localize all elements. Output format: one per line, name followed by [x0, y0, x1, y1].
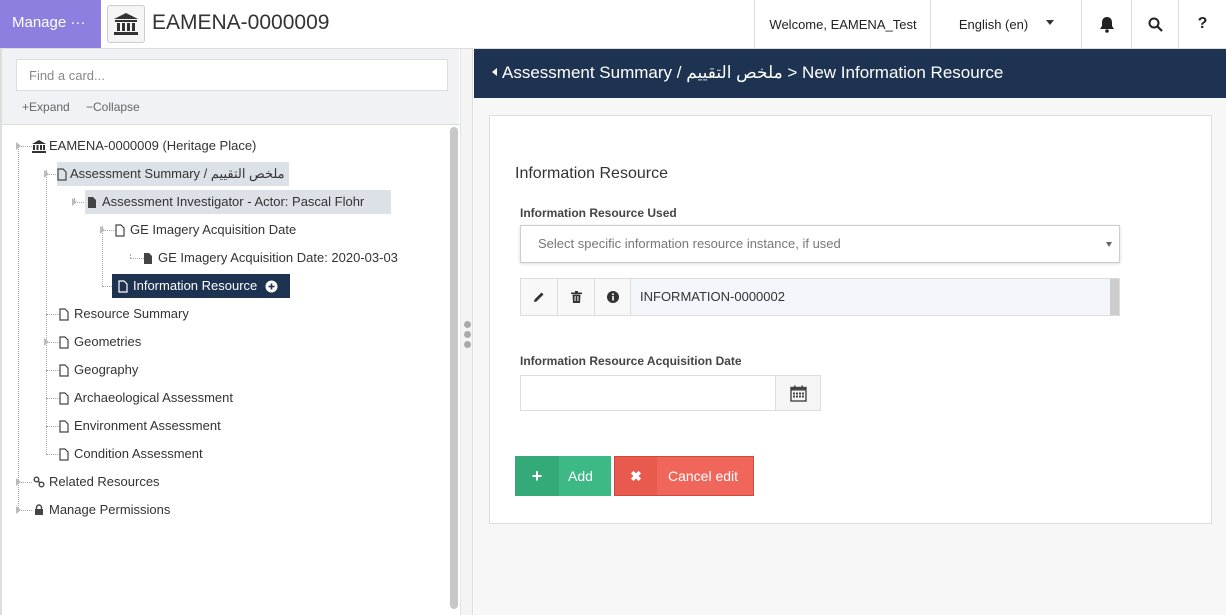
expander-icon[interactable]: [100, 226, 105, 234]
link-icon: [32, 476, 46, 488]
expander-icon[interactable]: [16, 142, 21, 150]
language-label: English (en): [958, 16, 1029, 32]
file-outline-icon: [57, 363, 71, 377]
file-outline-icon: [57, 335, 71, 349]
selected-resource-name[interactable]: INFORMATION-0000002: [640, 279, 785, 315]
info-button[interactable]: [595, 279, 631, 315]
file-outline-icon: [57, 391, 71, 405]
caret-down-icon: [1046, 19, 1055, 25]
top-navbar: Manage ··· EAMENA-0000009 Welcome, EAMEN…: [0, 0, 1226, 49]
add-button[interactable]: + Add: [515, 456, 611, 496]
museum-icon: [32, 139, 46, 153]
tree-scrollbar[interactable]: [450, 127, 458, 609]
language-select[interactable]: English (en): [930, 0, 1082, 48]
tree-node-investigator[interactable]: Assessment Investigator - Actor: Pascal …: [85, 190, 391, 214]
delete-button[interactable]: [558, 279, 595, 315]
tree-node-geography[interactable]: Geography: [57, 358, 144, 382]
lock-icon: [32, 504, 46, 516]
breadcrumb: Assessment Summary / ملخص التقييم > New …: [502, 63, 1004, 82]
calendar-button[interactable]: [775, 375, 821, 411]
resource-title: EAMENA-0000009: [152, 11, 330, 34]
plus-icon: +: [22, 100, 30, 114]
manage-button[interactable]: Manage ···: [0, 0, 101, 48]
panel-splitter[interactable]: [460, 49, 473, 615]
tree-node-condition-assessment[interactable]: Condition Assessment: [57, 442, 209, 466]
welcome-user[interactable]: Welcome, EAMENA_Test: [754, 0, 931, 48]
info-icon: [606, 291, 619, 303]
close-icon: ✖: [615, 457, 657, 495]
help-button[interactable]: ?: [1178, 0, 1226, 48]
expander-icon[interactable]: [44, 170, 49, 178]
file-outline-icon: [116, 279, 130, 293]
selected-resource-row: INFORMATION-0000002: [520, 278, 1120, 316]
plus-icon: +: [515, 456, 559, 496]
editor-header: Assessment Summary / ملخص التقييم > New …: [474, 49, 1226, 98]
tree-node-archaeological-assessment[interactable]: Archaeological Assessment: [57, 386, 239, 410]
minus-icon: −: [86, 100, 94, 114]
acquisition-date-input[interactable]: [520, 375, 776, 411]
bell-icon: [1099, 16, 1114, 33]
tree-node-ge-imagery-date-value[interactable]: GE Imagery Acquisition Date: 2020-03-03: [141, 246, 404, 270]
tree-node-manage-permissions[interactable]: Manage Permissions: [32, 498, 176, 522]
add-circle-icon[interactable]: [265, 280, 278, 293]
search-icon: [1148, 17, 1163, 32]
expander-icon[interactable]: [16, 506, 21, 514]
file-icon: [85, 196, 99, 209]
expander-icon[interactable]: [16, 478, 21, 486]
pencil-icon: [534, 292, 544, 302]
notifications-button[interactable]: [1081, 0, 1131, 48]
edit-button[interactable]: [521, 279, 558, 315]
find-card-input[interactable]: [16, 59, 448, 91]
museum-icon: [107, 5, 145, 43]
tree-node-resource-summary[interactable]: Resource Summary: [57, 302, 195, 326]
file-icon: [141, 252, 155, 265]
file-outline-icon: [57, 167, 67, 181]
row-scrollbar[interactable]: [1110, 279, 1119, 315]
tree-node-related-resources[interactable]: Related Resources: [32, 470, 166, 494]
card-tree: EAMENA-0000009 (Heritage Place) Assessme…: [2, 124, 461, 615]
card-title: Information Resource: [515, 165, 668, 182]
resource-instance-select[interactable]: Select specific information resource ins…: [520, 225, 1120, 263]
search-button[interactable]: [1131, 0, 1178, 48]
expander-icon[interactable]: [44, 338, 49, 346]
information-resource-card: Information Resource Information Resourc…: [489, 115, 1212, 524]
tree-node-information-resource[interactable]: Information Resource: [112, 274, 290, 298]
calendar-icon: [789, 385, 807, 402]
caret-down-icon: [1106, 242, 1112, 247]
acquisition-date-label: Information Resource Acquisition Date: [520, 354, 742, 368]
card-tree-panel: +Expand −Collapse EAMENA-0000009 (Herita: [0, 49, 461, 615]
tree-node-ge-imagery-date[interactable]: GE Imagery Acquisition Date: [113, 218, 302, 242]
tree-node-root[interactable]: EAMENA-0000009 (Heritage Place): [32, 134, 262, 158]
file-outline-icon: [113, 223, 127, 237]
file-outline-icon: [57, 307, 71, 321]
expand-all-button[interactable]: +Expand: [22, 100, 70, 114]
collapse-all-button[interactable]: −Collapse: [86, 100, 140, 114]
tree-node-assessment-summary[interactable]: Assessment Summary / ملخص التقييم: [57, 162, 289, 186]
cancel-edit-button[interactable]: ✖ Cancel edit: [614, 456, 754, 496]
card-editor-panel: Assessment Summary / ملخص التقييم > New …: [474, 49, 1226, 615]
file-outline-icon: [57, 447, 71, 461]
expander-icon[interactable]: [72, 198, 77, 206]
tree-node-geometries[interactable]: Geometries: [57, 330, 147, 354]
trash-icon: [570, 291, 582, 303]
resource-used-label: Information Resource Used: [520, 206, 677, 220]
caret-left-icon[interactable]: [492, 67, 497, 76]
file-outline-icon: [57, 419, 71, 433]
tree-node-environment-assessment[interactable]: Environment Assessment: [57, 414, 227, 438]
